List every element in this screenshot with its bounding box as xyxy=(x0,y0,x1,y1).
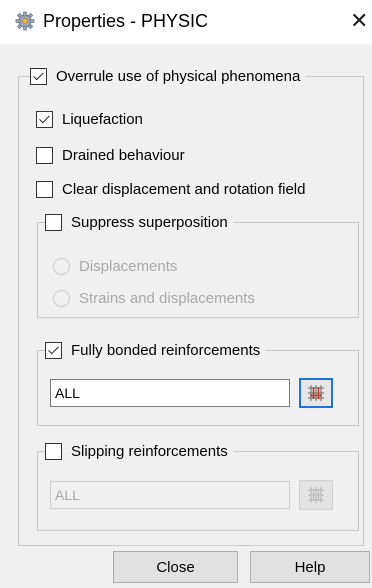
close-button[interactable]: Close xyxy=(113,551,238,583)
liquefaction-label: Liquefaction xyxy=(62,110,143,128)
window-title: Properties - PHYSIC xyxy=(43,11,209,31)
radio-displacements-row[interactable]: Displacements xyxy=(53,256,177,276)
slipping-label: Slipping reinforcements xyxy=(71,442,228,460)
grid-pick-icon xyxy=(308,487,324,503)
drained-row[interactable]: Drained behaviour xyxy=(36,145,185,165)
fully-bonded-checkbox-row[interactable]: Fully bonded reinforcements xyxy=(45,340,267,360)
radio-strains-label: Strains and displacements xyxy=(79,289,255,307)
liquefaction-checkbox[interactable] xyxy=(36,110,53,128)
slipping-pick-button[interactable] xyxy=(299,480,333,510)
fully-bonded-label: Fully bonded reinforcements xyxy=(71,341,261,359)
radio-displacements[interactable] xyxy=(53,257,70,275)
gear-icon xyxy=(15,11,35,31)
slipping-input[interactable]: ALL xyxy=(50,481,290,509)
fully-bonded-input[interactable]: ALL xyxy=(50,379,290,407)
radio-displacements-label: Displacements xyxy=(79,257,178,275)
drained-label: Drained behaviour xyxy=(62,146,185,164)
overrule-checkbox-row[interactable]: Overrule use of physical phenomena xyxy=(30,65,307,87)
fully-bonded-checkbox[interactable] xyxy=(45,341,62,359)
suppress-checkbox[interactable] xyxy=(45,213,62,231)
clear-displacement-checkbox[interactable] xyxy=(36,180,53,198)
overrule-label: Overrule use of physical phenomena xyxy=(56,67,301,85)
slipping-checkbox-row[interactable]: Slipping reinforcements xyxy=(45,441,234,461)
radio-strains-displacements[interactable] xyxy=(53,289,70,307)
slipping-checkbox[interactable] xyxy=(45,442,62,460)
clear-displacement-row[interactable]: Clear displacement and rotation field xyxy=(36,179,305,199)
clear-displacement-label: Clear displacement and rotation field xyxy=(62,180,306,198)
help-button[interactable]: Help xyxy=(250,551,370,583)
fully-bonded-pick-button[interactable] xyxy=(299,378,333,408)
overrule-checkbox[interactable] xyxy=(30,67,47,85)
drained-checkbox[interactable] xyxy=(36,146,53,164)
suppress-checkbox-row[interactable]: Suppress superposition xyxy=(45,212,234,232)
radio-strains-row[interactable]: Strains and displacements xyxy=(53,288,255,308)
liquefaction-row[interactable]: Liquefaction xyxy=(36,109,143,129)
close-icon[interactable]: ✕ xyxy=(350,9,372,33)
suppress-label: Suppress superposition xyxy=(71,213,228,231)
grid-pick-icon xyxy=(308,385,324,401)
